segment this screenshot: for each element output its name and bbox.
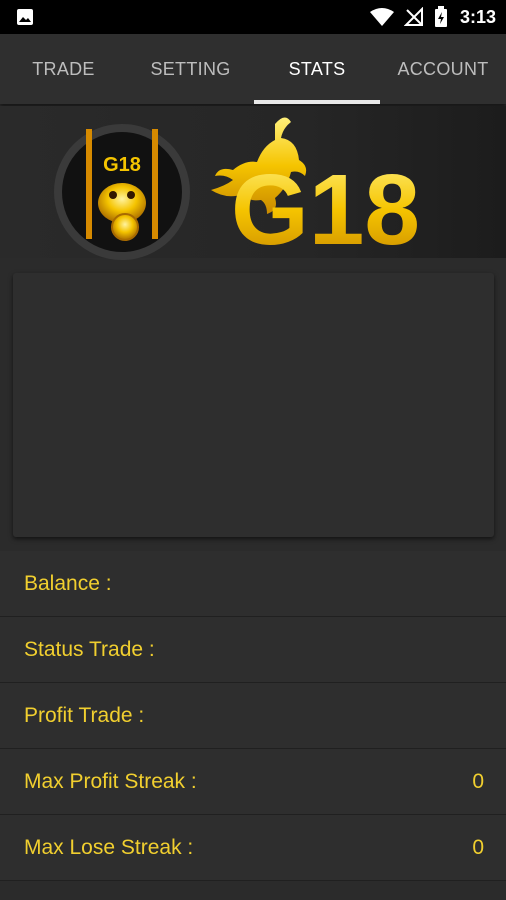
stat-row-balance: Balance : [0, 551, 506, 617]
stat-label: Balance : [24, 571, 112, 595]
stat-label: Max Profit Streak : [24, 769, 197, 793]
stat-label: Status Trade : [24, 637, 155, 661]
wifi-icon [369, 8, 394, 26]
status-icons: 3:13 [369, 0, 496, 34]
g18-wordmark-logo: G18 [211, 117, 420, 256]
no-signal-icon [403, 7, 423, 26]
tab-setting[interactable]: SETTING [127, 34, 254, 104]
stat-row-profit-trade: Profit Trade : [0, 683, 506, 749]
active-tab-indicator [254, 100, 380, 104]
image-notification-icon [17, 9, 33, 25]
banner: G18 G18 [0, 106, 506, 260]
stat-label: Max Lose Streak : [24, 835, 194, 859]
status-bar: 3:13 [0, 0, 506, 34]
stat-value: 0 [472, 769, 484, 793]
tab-bar: TRADE SETTING STATS ACCOUNT [0, 34, 506, 104]
stat-row-status-trade: Status Trade : [0, 617, 506, 683]
tab-stats[interactable]: STATS [254, 34, 380, 104]
stats-list: Balance : Status Trade : Profit Trade : … [0, 551, 506, 881]
stat-row-max-profit-streak: Max Profit Streak : 0 [0, 749, 506, 815]
stats-chart-area [13, 273, 494, 537]
stat-label: Profit Trade : [24, 703, 145, 727]
wordmark-text: G18 [231, 154, 420, 256]
clock: 3:13 [459, 6, 496, 27]
stat-row-max-lose-streak: Max Lose Streak : 0 [0, 815, 506, 881]
stat-value: 0 [472, 835, 484, 859]
tab-trade[interactable]: TRADE [0, 34, 127, 104]
battery-charging-icon [434, 6, 447, 27]
logo-text: G18 [103, 154, 141, 176]
tab-account[interactable]: ACCOUNT [380, 34, 506, 104]
g18-mascot-logo: G18 [54, 124, 190, 260]
